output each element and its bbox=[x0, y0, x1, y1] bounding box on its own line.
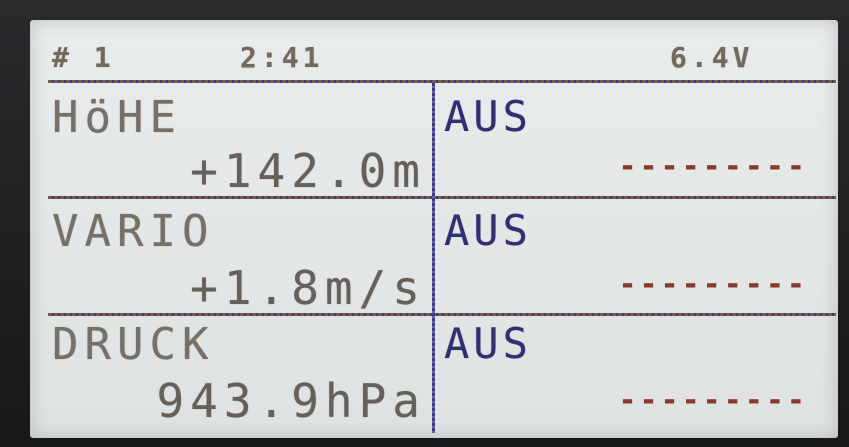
lcd-screen: # 1 2:41 6.4V HöHE +142.0m AUS ---------… bbox=[30, 20, 838, 438]
divider-row-2 bbox=[48, 313, 836, 316]
model-number: # 1 bbox=[52, 41, 115, 74]
divider-row-1 bbox=[48, 196, 836, 199]
pressure-label: DRUCK bbox=[52, 319, 215, 370]
right-value-row-2: --------- bbox=[618, 267, 808, 302]
altitude-label: HöHE bbox=[52, 92, 182, 143]
divider-top bbox=[48, 80, 836, 83]
vario-label: VARIO bbox=[52, 206, 215, 257]
right-label-row-3: AUS bbox=[444, 319, 532, 368]
altitude-value: +142.0m bbox=[190, 144, 426, 198]
right-value-row-3: --------- bbox=[618, 383, 808, 418]
right-label-row-1: AUS bbox=[444, 92, 532, 141]
vario-value: +1.8m/s bbox=[190, 261, 426, 315]
divider-vertical bbox=[432, 83, 435, 433]
pressure-value: 943.9hPa bbox=[156, 374, 426, 428]
right-value-row-1: --------- bbox=[618, 149, 808, 184]
right-label-row-2: AUS bbox=[444, 206, 532, 255]
voltage-display: 6.4V bbox=[670, 41, 754, 74]
timer-display: 2:41 bbox=[240, 41, 324, 74]
